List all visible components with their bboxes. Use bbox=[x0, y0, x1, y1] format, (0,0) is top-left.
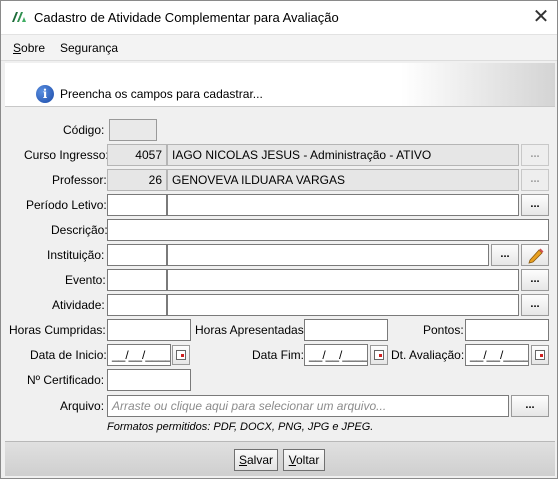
certificado-label: Nº Certificado: bbox=[27, 373, 105, 387]
data-fim-input[interactable]: __/__/____ bbox=[304, 344, 368, 366]
back-button[interactable]: Voltar bbox=[283, 449, 325, 471]
curso-code-field: 4057 bbox=[107, 144, 167, 166]
atividade-label: Atividade: bbox=[52, 298, 105, 312]
codigo-input[interactable] bbox=[109, 119, 157, 141]
instituicao-code-input[interactable] bbox=[107, 244, 167, 266]
pontos-input[interactable] bbox=[465, 319, 549, 341]
pencil-icon bbox=[528, 248, 544, 264]
dt-avaliacao-input[interactable]: __/__/____ bbox=[465, 344, 529, 366]
dt-avaliacao-label: Dt. Avaliação: bbox=[391, 348, 465, 362]
menu-seguranca[interactable]: Segurança bbox=[60, 41, 118, 55]
horas-cumpridas-label: Horas Cumpridas: bbox=[9, 323, 106, 337]
calendar-icon[interactable] bbox=[172, 345, 190, 365]
arquivo-browse-button[interactable]: ... bbox=[511, 395, 549, 417]
banner-text: Preencha os campos para cadastrar... bbox=[60, 87, 263, 101]
curso-lookup-button[interactable]: ... bbox=[521, 144, 549, 166]
periodo-label: Período Letivo: bbox=[26, 198, 107, 212]
periodo-description-field bbox=[167, 194, 519, 216]
formatos-note: Formatos permitidos: PDF, DOCX, PNG, JPG… bbox=[107, 421, 374, 433]
periodo-lookup-button[interactable]: ... bbox=[521, 194, 549, 216]
curso-label: Curso Ingresso: bbox=[24, 148, 109, 162]
menu-sobre[interactable]: Sobre bbox=[13, 41, 45, 55]
arquivo-dropzone[interactable]: Arraste ou clique aqui para selecionar u… bbox=[107, 395, 509, 417]
periodo-code-input[interactable] bbox=[107, 194, 167, 216]
data-fim-label: Data Fim: bbox=[252, 348, 305, 362]
evento-code-input[interactable] bbox=[107, 269, 167, 291]
codigo-label: Código: bbox=[63, 123, 105, 137]
professor-code-field: 26 bbox=[107, 169, 167, 191]
horas-apresentadas-input[interactable] bbox=[304, 319, 388, 341]
form-area: Código: Curso Ingresso: 4057 IAGO NICOLA… bbox=[5, 109, 555, 441]
calendar-icon[interactable] bbox=[370, 345, 388, 365]
instituicao-label: Instituição: bbox=[47, 248, 105, 262]
descricao-label: Descrição: bbox=[51, 223, 108, 237]
window-title: Cadastro de Atividade Complementar para … bbox=[34, 10, 339, 25]
atividade-lookup-button[interactable]: ... bbox=[521, 294, 549, 316]
instituicao-lookup-button[interactable]: ... bbox=[491, 244, 519, 266]
professor-label: Professor: bbox=[52, 173, 107, 187]
instituicao-edit-button[interactable] bbox=[521, 244, 549, 266]
dialog-window: Cadastro de Atividade Complementar para … bbox=[0, 0, 558, 479]
atividade-code-input[interactable] bbox=[107, 294, 167, 316]
horas-apresentadas-label: Horas Apresentadas: bbox=[195, 323, 308, 337]
app-logo-icon bbox=[12, 12, 26, 22]
evento-lookup-button[interactable]: ... bbox=[521, 269, 549, 291]
menu-bar: Sobre Segurança bbox=[1, 35, 557, 61]
evento-label: Evento: bbox=[65, 273, 106, 287]
info-icon: i bbox=[36, 85, 54, 103]
horas-cumpridas-input[interactable] bbox=[107, 319, 191, 341]
save-button[interactable]: Salvar bbox=[234, 449, 278, 471]
footer-bar: Salvar Voltar bbox=[5, 441, 555, 476]
professor-lookup-button[interactable]: ... bbox=[521, 169, 549, 191]
info-banner: i Preencha os campos para cadastrar... bbox=[5, 63, 555, 107]
descricao-input[interactable] bbox=[107, 219, 549, 241]
title-bar: Cadastro de Atividade Complementar para … bbox=[1, 1, 557, 35]
professor-description-field: GENOVEVA ILDUARA VARGAS bbox=[167, 169, 519, 191]
evento-description-field bbox=[167, 269, 519, 291]
atividade-description-field bbox=[167, 294, 519, 316]
instituicao-description-field bbox=[167, 244, 489, 266]
close-icon[interactable]: ✕ bbox=[531, 5, 551, 29]
data-inicio-label: Data de Inicio: bbox=[30, 348, 107, 362]
arquivo-label: Arquivo: bbox=[60, 399, 105, 413]
data-inicio-input[interactable]: __/__/____ bbox=[107, 344, 171, 366]
pontos-label: Pontos: bbox=[423, 323, 464, 337]
certificado-input[interactable] bbox=[107, 369, 191, 391]
calendar-icon[interactable] bbox=[531, 345, 549, 365]
curso-description-field: IAGO NICOLAS JESUS - Administração - ATI… bbox=[167, 144, 519, 166]
